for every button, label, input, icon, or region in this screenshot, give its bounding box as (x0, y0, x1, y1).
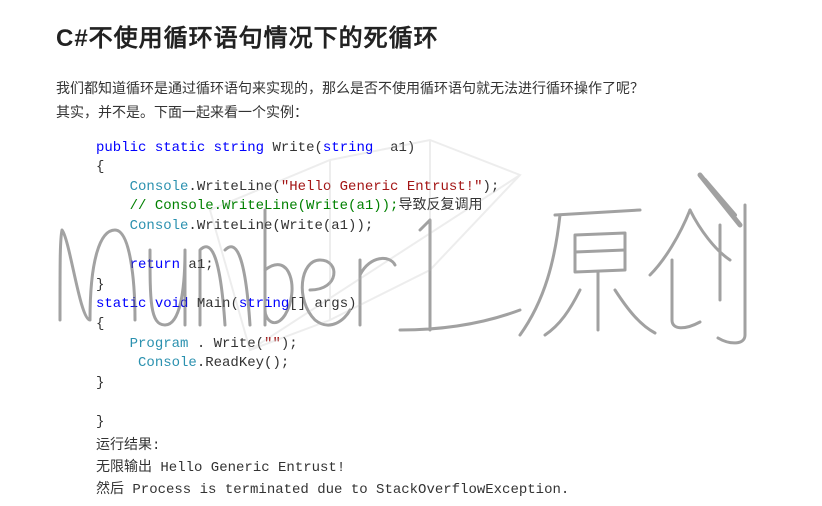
kw-string-arr: string (239, 296, 289, 312)
kw-static-2: static (96, 296, 146, 312)
comment-cn: 导致反复调用 (398, 198, 482, 214)
console-1: Console (130, 179, 189, 195)
comment-line: // Console.WriteLine(Write(a1)); (130, 198, 399, 214)
kw-void: void (155, 296, 189, 312)
brace-close-2: } (96, 375, 104, 391)
result-block: 运行结果: 无限输出 Hello Generic Entrust! 然后 Pro… (56, 435, 782, 502)
kw-static: static (155, 140, 205, 156)
intro-paragraph: 我们都知道循环是通过循环语句来实现的，那么是否不使用循环语句就无法进行循环操作了… (56, 77, 782, 125)
method-name-write: Write( (264, 140, 323, 156)
return-val: a1; (180, 257, 214, 273)
readkey-call: .ReadKey(); (197, 355, 289, 371)
brace-open-2: { (96, 316, 104, 332)
kw-public: public (96, 140, 146, 156)
intro-line-1: 我们都知道循环是通过循环语句来实现的，那么是否不使用循环语句就无法进行循环操作了… (56, 80, 644, 96)
kw-return: return (130, 257, 180, 273)
method-name-main: Main( (188, 296, 238, 312)
stmt-end-1: ); (482, 179, 499, 195)
sig-end-2: [] args) (289, 296, 356, 312)
page-title: C#不使用循环语句情况下的死循环 (56, 18, 782, 53)
brace-close-1: } (96, 277, 104, 293)
brace-open-1: { (96, 159, 104, 175)
write-call: . Write( (188, 336, 264, 352)
string-hello: "Hello Generic Entrust!" (281, 179, 483, 195)
writeline-1: .WriteLine( (188, 179, 280, 195)
result-line-2: 然后 Process is terminated due to StackOve… (96, 479, 782, 501)
empty-string: "" (264, 336, 281, 352)
result-line-1: 无限输出 Hello Generic Entrust! (96, 457, 782, 479)
writeline-2: .WriteLine(Write(a1)); (188, 218, 373, 234)
brace-close-3: } (96, 414, 104, 430)
kw-string-param: string (323, 140, 373, 156)
kw-string-ret: string (214, 140, 264, 156)
result-header: 运行结果: (96, 435, 782, 457)
code-block: public static string Write(string a1) { … (56, 139, 782, 433)
article-page: C#不使用循环语句情况下的死循环 我们都知道循环是通过循环语句来实现的，那么是否… (0, 0, 822, 506)
intro-line-2: 其实，并不是。下面一起来看一个实例： (56, 104, 308, 120)
console-2: Console (130, 218, 189, 234)
program-call: Program (130, 336, 189, 352)
console-3: Console (138, 355, 197, 371)
stmt-end-2: ); (281, 336, 298, 352)
sig-end-1: a1) (373, 140, 415, 156)
